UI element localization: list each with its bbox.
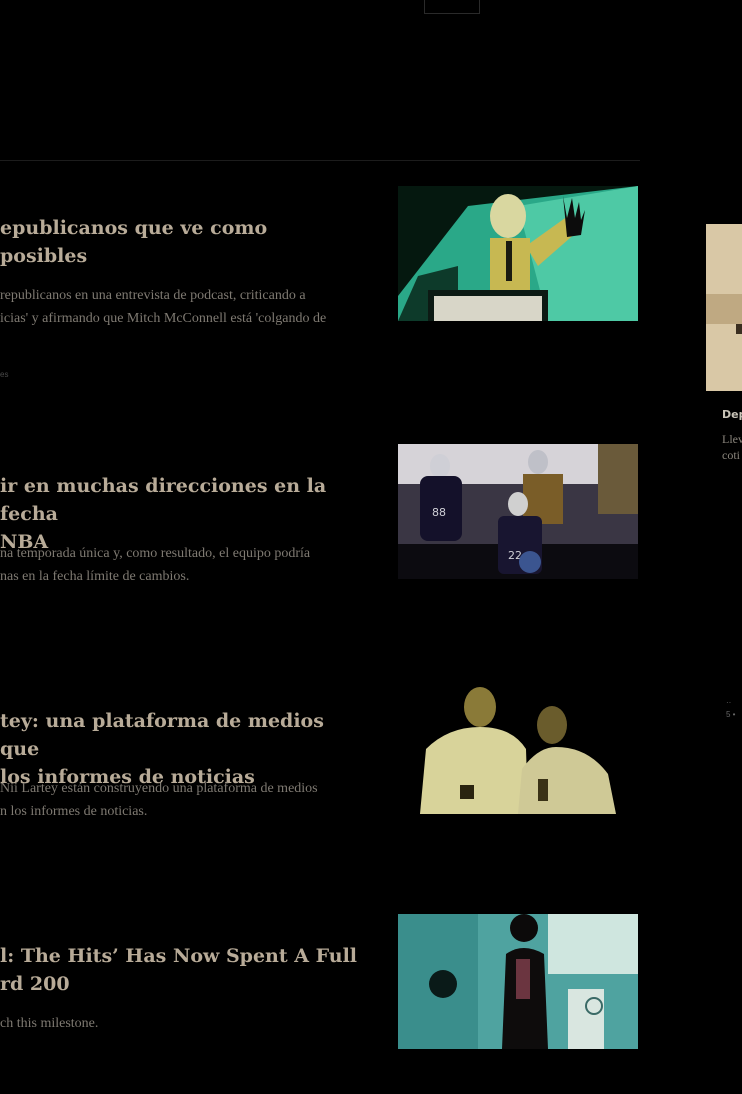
performer-photo-icon[interactable] <box>398 914 638 1049</box>
article-summary: na temporada única y, como resultado, el… <box>0 546 311 584</box>
sidebar-story-category[interactable]: Dep <box>722 408 742 421</box>
sidebar-story-image[interactable] <box>706 224 742 391</box>
article-card[interactable]: ir en muchas direcciones en la fecha NBA… <box>0 444 640 584</box>
sidebar-pagination[interactable]: ·· 5 • <box>726 697 735 721</box>
podium-waving-photo-icon[interactable] <box>398 186 638 321</box>
two-men-portrait-photo-icon[interactable] <box>398 679 638 814</box>
article-card[interactable]: tey: una plataforma de medios que los in… <box>0 679 640 819</box>
svg-text:88: 88 <box>432 506 446 519</box>
sidebar-story-text: Llev coti <box>722 432 742 462</box>
article-summary: ch this milestone. <box>0 1016 99 1031</box>
article-summary: republicanos en una entrevista de podcas… <box>0 288 327 326</box>
article-headline[interactable]: epublicanos que ve como posibles <box>0 214 360 270</box>
top-tab[interactable] <box>424 0 480 14</box>
article-card[interactable]: l: The Hits’ Has Now Spent A Full rd 200… <box>0 914 640 1054</box>
section-divider <box>0 160 640 161</box>
article-card[interactable]: epublicanos que ve como posibles republi… <box>0 186 640 386</box>
basketball-indiana-photo-icon[interactable]: 88 22 <box>398 444 638 579</box>
article-headline[interactable]: l: The Hits’ Has Now Spent A Full rd 200 <box>0 942 360 998</box>
article-meta: es <box>0 370 9 379</box>
article-summary: Nii Lartey están construyendo una plataf… <box>0 781 318 819</box>
